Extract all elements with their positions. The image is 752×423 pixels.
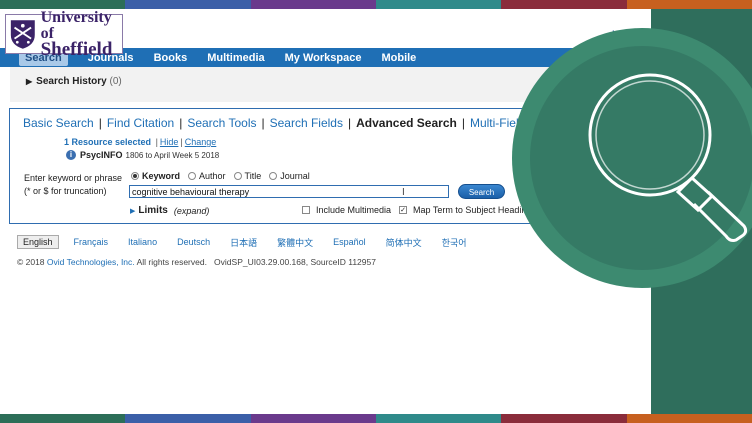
lang-traditional-chinese[interactable]: 繁體中文 bbox=[277, 236, 313, 249]
lang-italian[interactable]: Italiano bbox=[128, 237, 157, 247]
tab-separator: | bbox=[261, 116, 265, 130]
nav-mobile[interactable]: Mobile bbox=[381, 52, 416, 64]
logo-line2: Sheffield bbox=[40, 39, 113, 60]
text-cursor-icon: I bbox=[402, 187, 405, 198]
tab-basic-search[interactable]: Basic Search bbox=[23, 116, 94, 130]
hide-link[interactable]: Hide bbox=[160, 137, 179, 147]
checkbox-box bbox=[302, 206, 310, 214]
search-button[interactable]: Search bbox=[458, 184, 505, 199]
divider: | bbox=[180, 137, 183, 147]
tab-separator: | bbox=[347, 116, 352, 130]
search-mode-tabs: Basic Search | Find Citation | Search Tools |… bbox=[23, 116, 567, 130]
radio-circle bbox=[233, 172, 242, 180]
lang-japanese[interactable]: 日本語 bbox=[230, 236, 257, 249]
radio-circle bbox=[269, 172, 278, 180]
tab-separator: | bbox=[98, 116, 102, 130]
map-term-checkbox[interactable]: ✓ Map Term to Subject Heading bbox=[399, 205, 531, 215]
info-icon[interactable]: i bbox=[66, 150, 76, 160]
radio-author[interactable]: Author bbox=[188, 171, 226, 181]
lang-spanish[interactable]: Español bbox=[333, 237, 366, 247]
enter-label-line2: (* or $ for truncation) bbox=[24, 186, 107, 196]
bottom-color-stripe bbox=[0, 414, 752, 423]
radio-label: Author bbox=[199, 171, 226, 181]
search-history-bar: ▶ Search History (0) bbox=[10, 67, 650, 102]
my-account-link[interactable]: My Acc bbox=[612, 29, 641, 39]
university-logo: University of Sheffield bbox=[5, 10, 123, 59]
expand-triangle-icon: ▶ bbox=[26, 77, 33, 86]
copyright-prefix: © 2018 bbox=[17, 257, 45, 267]
nav-my-workspace[interactable]: My Workspace bbox=[285, 52, 362, 64]
search-history-count: (0) bbox=[109, 76, 122, 87]
search-history-label: Search History bbox=[36, 76, 107, 87]
language-selector: English Français Italiano Deutsch 日本語 繁體… bbox=[17, 235, 487, 249]
lang-simplified-chinese[interactable]: 简体中文 bbox=[386, 236, 422, 249]
top-color-stripe bbox=[0, 0, 752, 9]
logo-line1: University of bbox=[40, 9, 112, 42]
lang-german[interactable]: Deutsch bbox=[177, 237, 210, 247]
tab-separator: | bbox=[179, 116, 183, 130]
radio-keyword[interactable]: Keyword bbox=[131, 171, 180, 181]
tab-separator: | bbox=[461, 116, 465, 130]
lang-french[interactable]: Français bbox=[74, 237, 109, 247]
tab-search-tools[interactable]: Search Tools bbox=[187, 116, 256, 130]
lang-english[interactable]: English bbox=[17, 235, 59, 249]
nav-books[interactable]: Books bbox=[154, 52, 188, 64]
limits-label: Limits bbox=[138, 205, 168, 216]
search-input[interactable] bbox=[129, 185, 449, 198]
version-info: OvidSP_UI03.29.00.168, SourceID 112957 bbox=[214, 257, 376, 267]
crest-icon bbox=[10, 20, 35, 49]
radio-circle bbox=[131, 172, 139, 180]
side-decor-panel bbox=[651, 9, 752, 414]
ovid-link[interactable]: Ovid Technologies, Inc. bbox=[47, 257, 135, 267]
enter-keyword-label: Enter keyword or phrase (* or $ for trun… bbox=[24, 172, 122, 198]
tab-multi-field-search[interactable]: Multi-Field Search bbox=[470, 116, 567, 130]
search-history-toggle[interactable]: ▶ Search History (0) bbox=[26, 76, 122, 87]
search-panel: Basic Search | Find Citation | Search Tools |… bbox=[9, 108, 651, 224]
radio-journal[interactable]: Journal bbox=[269, 171, 310, 181]
checkbox-box-checked: ✓ bbox=[399, 206, 407, 214]
radio-circle bbox=[188, 172, 197, 180]
include-multimedia-checkbox[interactable]: Include Multimedia bbox=[302, 205, 391, 215]
change-link[interactable]: Change bbox=[185, 137, 217, 147]
checkbox-label: Include Multimedia bbox=[316, 205, 392, 215]
tab-find-citation[interactable]: Find Citation bbox=[107, 116, 174, 130]
radio-label: Title bbox=[244, 171, 262, 181]
search-type-radios: Keyword Author Title Journal bbox=[131, 171, 318, 181]
divider: | bbox=[155, 137, 158, 147]
tab-advanced-search[interactable]: Advanced Search bbox=[356, 116, 457, 130]
resources-selected: 1 Resource selected bbox=[64, 137, 152, 147]
enter-label-line1: Enter keyword or phrase bbox=[24, 173, 123, 183]
copyright-suffix: All rights reserved. bbox=[136, 257, 207, 267]
limits-toggle[interactable]: ▶ Limits (expand) bbox=[130, 205, 209, 216]
database-info: i PsycINFO 1806 to April Week 5 2018 bbox=[66, 150, 219, 160]
tab-search-fields[interactable]: Search Fields bbox=[270, 116, 343, 130]
database-range: 1806 to April Week 5 2018 bbox=[125, 150, 220, 160]
radio-label: Keyword bbox=[142, 171, 181, 181]
lang-korean[interactable]: 한국어 bbox=[442, 236, 467, 249]
logo-text: University of Sheffield bbox=[40, 9, 122, 60]
checkbox-label: Map Term to Subject Heading bbox=[413, 205, 532, 215]
database-name: PsycINFO bbox=[80, 150, 123, 160]
expand-triangle-icon: ▶ bbox=[130, 207, 136, 215]
radio-title[interactable]: Title bbox=[233, 171, 262, 181]
radio-label: Journal bbox=[280, 171, 310, 181]
copyright-footer: © 2018 Ovid Technologies, Inc. All right… bbox=[17, 257, 376, 267]
limits-expand: (expand) bbox=[173, 205, 210, 216]
nav-multimedia[interactable]: Multimedia bbox=[207, 52, 264, 64]
resource-selection: 1 Resource selected | Hide | Change bbox=[64, 137, 216, 147]
